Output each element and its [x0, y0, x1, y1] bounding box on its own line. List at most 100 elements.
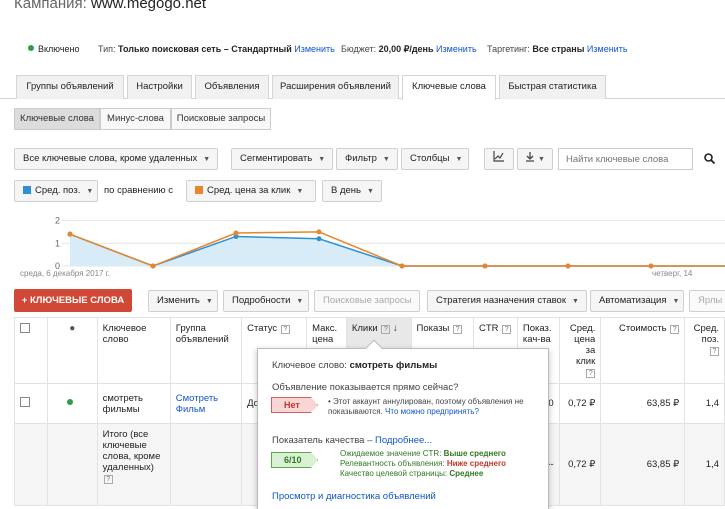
row-keyword[interactable]: смотреть фильмы	[96, 383, 171, 424]
labels-dropdown[interactable]: Ярлы	[689, 290, 725, 312]
select-all-cell	[14, 317, 48, 384]
campaign-title: Кампания: www.megogo.net	[14, 0, 206, 12]
search-terms-button[interactable]: Поисковые запросы	[314, 290, 420, 312]
metric1-dropdown[interactable]: Сред. поз. ▼	[14, 180, 98, 202]
ad-diagnostics-link[interactable]: Просмотр и диагностика объявлений	[272, 491, 436, 502]
campaign-state: Включено	[28, 44, 80, 54]
total-label: Итого (все ключевые слова, кроме удаленн…	[96, 423, 171, 506]
campaign-name: www.megogo.net	[90, 0, 207, 12]
campaign-targeting: Таргетинг: Все страны Изменить	[487, 44, 628, 54]
edit-targeting-link[interactable]: Изменить	[587, 44, 628, 54]
series2-point	[399, 263, 405, 269]
columns-dropdown[interactable]: Столбцы ▼	[401, 148, 469, 170]
tab-settings[interactable]: Настройки	[127, 75, 192, 99]
add-keywords-button[interactable]: + КЛЮЧЕВЫЕ СЛОВА	[14, 289, 132, 312]
caret-down-icon: ▼	[382, 156, 390, 163]
series1-line	[69, 233, 725, 267]
edit-type-link[interactable]: Изменить	[294, 44, 335, 54]
quality-more-link[interactable]: Подробнее...	[375, 435, 432, 446]
y-tick-label: 1	[55, 238, 60, 248]
tab-ad-extensions[interactable]: Расширения объявлений	[272, 75, 399, 99]
total-avg-cpc: 0,72 ₽	[558, 423, 602, 506]
tab-quick-stats[interactable]: Быстрая статистика	[499, 75, 606, 99]
total-avg-pos: 1,4	[684, 423, 725, 506]
row-cost: 63,85 ₽	[600, 383, 686, 424]
what-to-do-link[interactable]: Что можно предпринять?	[385, 407, 479, 416]
series2-point	[316, 229, 322, 235]
compare-label: по сравнению с	[104, 185, 174, 196]
download-button[interactable]: ▼	[517, 148, 553, 170]
x-end-label: четверг, 14	[652, 269, 693, 278]
subtab-negative-keywords[interactable]: Минус-слова	[100, 108, 171, 130]
subtab-search-terms[interactable]: Поисковые запросы	[171, 108, 271, 130]
bid-strategy-dropdown[interactable]: Стратегия назначения ставок ▼	[427, 290, 587, 312]
keyword-filter-dropdown[interactable]: Все ключевые слова, кроме удаленных ▼	[14, 148, 218, 170]
filter-dropdown[interactable]: Фильтр ▼	[336, 148, 398, 170]
row-avg-pos: 1,4	[684, 383, 725, 424]
tab-ads[interactable]: Объявления	[195, 75, 269, 99]
ad-relevance-line: Релевантность объявления: Ниже среднего	[340, 459, 507, 468]
series2-point	[233, 230, 239, 236]
sort-down-icon: ↓	[392, 323, 398, 334]
row-checkbox[interactable]	[20, 397, 30, 407]
edit-budget-link[interactable]: Изменить	[436, 44, 477, 54]
quality-score-badge: 6/10	[271, 452, 318, 468]
details-dropdown[interactable]: Подробности ▼	[223, 290, 309, 312]
caret-down-icon: ▼	[367, 188, 374, 195]
series2-point	[150, 263, 156, 269]
series2-point	[648, 263, 654, 269]
period-dropdown[interactable]: В день ▼	[322, 180, 382, 202]
campaign-budget: Бюджет: 20,00 ₽/день Изменить	[341, 44, 477, 54]
campaign-type: Тип: Только поисковая сеть – Стандартный…	[98, 44, 335, 54]
help-icon[interactable]: ?	[670, 325, 680, 334]
help-icon[interactable]: ?	[280, 325, 290, 334]
popup-quality-label: Показатель качества – Подробнее...	[272, 435, 433, 446]
popup-keyword: Ключевое слово: смотреть фильмы	[272, 360, 438, 371]
help-icon[interactable]: ?	[453, 325, 463, 334]
automation-dropdown[interactable]: Автоматизация ▼	[590, 290, 684, 312]
metric2-dropdown[interactable]: Сред. цена за клик ▼	[186, 180, 316, 202]
tab-ad-groups[interactable]: Группы объявлений	[16, 75, 124, 99]
help-icon[interactable]: ?	[103, 475, 113, 484]
header-avg-cpc[interactable]: Сред. цена за клик ?	[558, 317, 602, 384]
caret-down-icon: ▼	[571, 298, 579, 305]
campaign-label: Кампания:	[14, 0, 87, 12]
enabled-dot-icon	[67, 399, 74, 405]
caret-down-icon: ▼	[86, 188, 94, 195]
search-button[interactable]	[694, 148, 725, 170]
chart-toggle-button[interactable]	[484, 148, 514, 170]
row-avg-cpc: 0,72 ₽	[558, 383, 602, 424]
help-icon[interactable]: ?	[710, 347, 719, 356]
help-icon[interactable]: ?	[502, 325, 512, 334]
y-tick-label: 2	[55, 216, 60, 226]
total-cost: 63,85 ₽	[600, 423, 686, 506]
x-start-label: среда, 6 декабря 2017 г.	[20, 269, 110, 278]
subtab-keywords[interactable]: Ключевые слова	[14, 108, 100, 130]
popup-showing-question: Объявление показывается прямо сейчас?	[272, 382, 459, 393]
row-adgroup-link[interactable]: Смотреть Фильм	[169, 383, 243, 424]
caret-down-icon: ▼	[538, 156, 545, 163]
series2-point	[67, 231, 73, 237]
caret-down-icon: ▼	[205, 298, 213, 305]
header-adgroup[interactable]: Группа объявлений	[169, 317, 243, 384]
segment-dropdown[interactable]: Сегментировать ▼	[231, 148, 333, 170]
caret-down-icon: ▼	[672, 298, 680, 305]
search-icon	[704, 153, 716, 165]
status-dot-header: ●	[47, 317, 98, 384]
caret-down-icon: ▼	[203, 156, 211, 163]
help-icon[interactable]: ?	[381, 325, 391, 334]
performance-chart: 012среда, 6 декабря 2017 г. четверг, 14	[20, 216, 725, 278]
header-keyword[interactable]: Ключевое слово	[96, 317, 171, 384]
header-cost[interactable]: Стоимость ?	[600, 317, 686, 384]
tab-keywords[interactable]: Ключевые слова	[402, 75, 496, 100]
keyword-diagnosis-popup: Ключевое слово: смотреть фильмы Объявлен…	[257, 339, 549, 509]
series1-swatch	[23, 186, 31, 194]
select-all-checkbox[interactable]	[20, 323, 30, 333]
series2-point	[565, 263, 571, 269]
help-icon[interactable]: ?	[586, 369, 596, 378]
header-avg-pos[interactable]: Сред. поз. ?	[684, 317, 725, 384]
line-chart-icon	[493, 151, 504, 162]
keyword-search-input[interactable]	[558, 148, 693, 170]
edit-dropdown[interactable]: Изменить ▼	[148, 290, 218, 312]
series1-point	[316, 236, 322, 242]
